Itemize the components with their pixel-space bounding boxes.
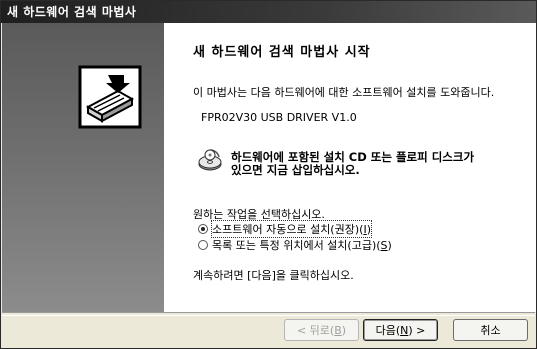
- hardware-wizard-icon: [78, 65, 142, 129]
- wizard-side-panel: [2, 23, 164, 312]
- manual-install-label[interactable]: 목록 또는 특정 위치에서 설치(고급)(S): [212, 237, 392, 253]
- manual-install-option[interactable]: 목록 또는 특정 위치에서 설치(고급)(S): [198, 237, 392, 253]
- auto-install-label[interactable]: 소프트웨어 자동으로 설치(권장)(I): [211, 220, 372, 238]
- page-heading: 새 하드웨어 검색 마법사 시작: [193, 45, 371, 60]
- insert-media-message: 하드웨어에 포함된 설치 CD 또는 플로피 디스크가 있으면 지금 삽입하십시…: [231, 151, 474, 177]
- manual-install-radio[interactable]: [198, 240, 208, 250]
- cancel-button[interactable]: 취소: [453, 319, 528, 341]
- choice-prompt: 원하는 작업을 선택하십시오.: [193, 208, 325, 221]
- auto-install-radio[interactable]: [198, 224, 208, 234]
- button-divider: [2, 312, 535, 316]
- intro-text: 이 마법사는 다음 하드웨어에 대한 소프트웨어 설치를 도와줍니다.: [193, 86, 495, 99]
- device-name: FPR02V30 USB DRIVER V1.0: [201, 111, 357, 124]
- cd-icon: [198, 149, 222, 171]
- continue-message: 계속하려면 [다음]을 클릭하십시오.: [193, 269, 354, 282]
- window-title: 새 하드웨어 검색 마법사: [7, 5, 137, 19]
- auto-install-option[interactable]: 소프트웨어 자동으로 설치(권장)(I): [198, 220, 372, 238]
- cd-message-line2: 있으면 지금 삽입하십시오.: [231, 163, 360, 177]
- back-button[interactable]: < 뒤로(B): [284, 319, 359, 341]
- wizard-window: 새 하드웨어 검색 마법사 새 하드웨어 검색 마법사 시작 이 마법사는 다음…: [0, 0, 537, 349]
- title-bar[interactable]: 새 하드웨어 검색 마법사: [1, 1, 536, 23]
- next-button[interactable]: 다음(N) >: [363, 319, 438, 341]
